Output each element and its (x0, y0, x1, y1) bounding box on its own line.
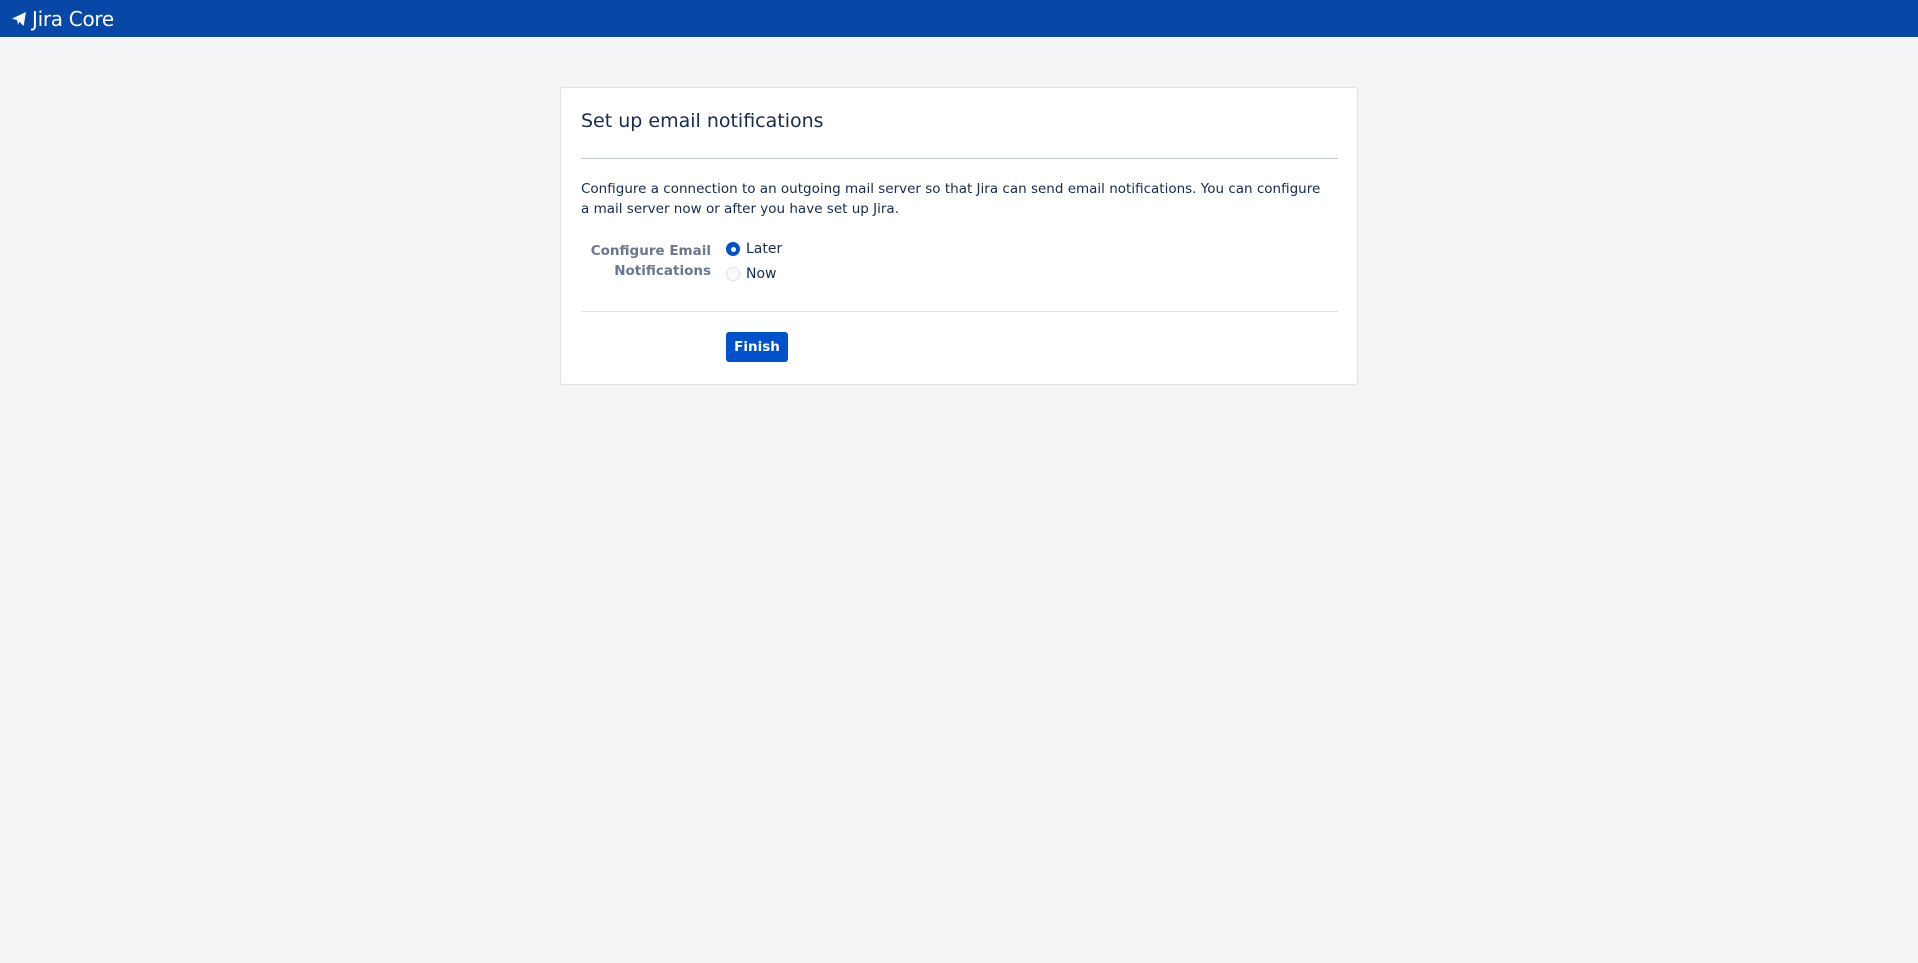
product-name: Jira Core (32, 6, 114, 31)
radio-now-unchecked[interactable] (726, 267, 740, 281)
buttons-divider (581, 311, 1338, 312)
radio-later-checked[interactable] (726, 242, 740, 256)
jira-core-logo-icon (12, 11, 26, 26)
product-logo[interactable]: Jira Core (11, 7, 114, 31)
title-divider (581, 158, 1338, 159)
page-title: Set up email notifications (581, 110, 824, 132)
finish-button[interactable]: Finish (726, 332, 788, 362)
radio-option-later[interactable]: Later (726, 241, 782, 257)
setup-description: Configure a connection to an outgoing ma… (581, 181, 1321, 217)
radio-now-label: Now (746, 266, 777, 282)
top-navigation-bar: Jira Core (0, 0, 1918, 37)
radio-option-now[interactable]: Now (726, 266, 777, 282)
radio-later-label: Later (746, 241, 783, 257)
email-setup-card: Set up email notifications Configure a c… (560, 87, 1358, 385)
configure-email-label: Configure Email Notifications (590, 243, 711, 279)
